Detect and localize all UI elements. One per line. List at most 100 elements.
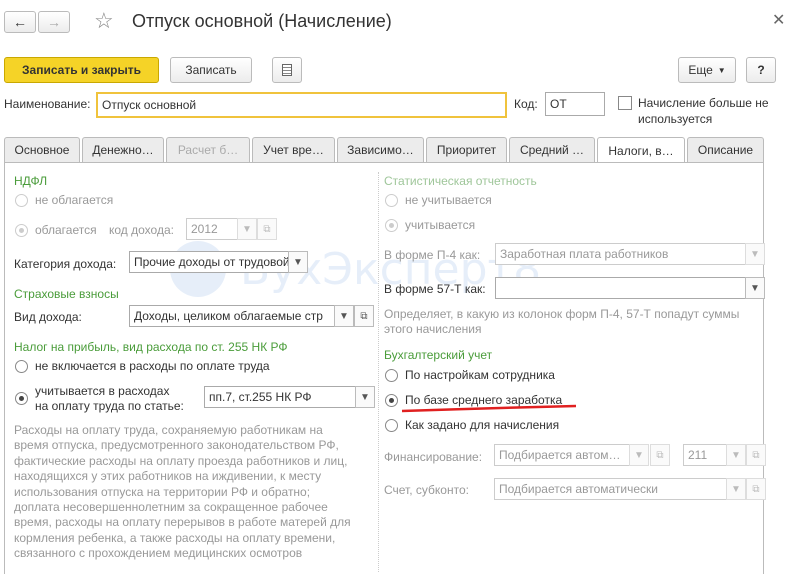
ndfl-taxed-radio[interactable] (15, 224, 28, 237)
open-icon: ⧉ (263, 223, 271, 235)
ndfl-taxed-label: облагается (35, 223, 97, 237)
income-type-field[interactable]: Доходы, целиком облагаемые стр (129, 305, 335, 327)
account-open-button[interactable]: ⧉ (746, 478, 766, 500)
open-icon: ⧉ (752, 483, 760, 495)
financing-dropdown[interactable]: ▼ (629, 444, 649, 466)
code-field[interactable]: ОТ (545, 92, 605, 116)
stat-not-counted-label: не учитывается (405, 193, 492, 207)
close-icon[interactable]: ✕ (772, 10, 785, 30)
income-category-field[interactable]: Прочие доходы от трудовой (129, 251, 289, 273)
income-code-open-button[interactable]: ⧉ (257, 218, 277, 240)
stat-hint-line1: Определяет, в какую из колонок форм П-4,… (384, 307, 740, 321)
profit-tax-section-title: Налог на прибыль, вид расхода по ст. 255… (14, 340, 288, 354)
name-field[interactable]: Отпуск основной (96, 92, 507, 118)
account-label: Счет, субконто: (384, 483, 469, 497)
profit-not-included-radio[interactable] (15, 360, 28, 373)
description-line: кормления ребенка, а также расходы на оп… (14, 530, 336, 545)
financing-code-field[interactable]: 211 (683, 444, 727, 466)
acc-employee-settings-radio[interactable] (385, 369, 398, 382)
unused-checkbox[interactable] (618, 96, 632, 110)
help-button[interactable]: ? (746, 57, 776, 83)
ndfl-section-title: НДФЛ (14, 174, 48, 188)
open-icon: ⧉ (752, 449, 760, 461)
description-line: находящихся у этих работников на иждивен… (14, 469, 322, 484)
tab-calc-base[interactable]: Расчет б… (166, 137, 250, 162)
insurance-section-title: Страховые взносы (14, 287, 119, 301)
tab-priority[interactable]: Приоритет (426, 137, 507, 162)
favorite-star-icon[interactable]: ☆ (94, 8, 114, 34)
ndfl-not-taxed-label: не облагается (35, 193, 114, 207)
tab-money[interactable]: Денежно… (82, 137, 164, 162)
income-category-label: Категория дохода: (14, 257, 117, 271)
more-label: Еще (688, 63, 713, 77)
profit-included-label-line1: учитывается в расходах (35, 384, 170, 398)
column-divider (378, 172, 379, 572)
forward-button[interactable]: → (38, 11, 70, 33)
financing-label: Финансирование: (384, 450, 483, 464)
p4-label: В форме П-4 как: (384, 248, 481, 262)
income-code-label: код дохода: (109, 223, 174, 237)
back-button[interactable]: ← (4, 11, 36, 33)
open-icon: ⧉ (360, 310, 368, 322)
account-field[interactable]: Подбирается автоматически (494, 478, 727, 500)
code-label: Код: (514, 97, 538, 111)
save-and-close-button[interactable]: Записать и закрыть (4, 57, 159, 83)
name-label: Наименование: (4, 97, 91, 111)
acc-as-specified-label: Как задано для начисления (405, 418, 560, 432)
financing-field[interactable]: Подбирается автом… (494, 444, 630, 466)
income-type-label: Вид дохода: (14, 310, 82, 324)
income-type-open-button[interactable]: ⧉ (354, 305, 374, 327)
tab-time-accounting[interactable]: Учет вре… (252, 137, 335, 162)
accounting-section-title: Бухгалтерский учет (384, 348, 493, 362)
stat-hint-line2: этого начисления (384, 322, 482, 336)
more-button[interactable]: Еще ▼ (678, 57, 736, 83)
description-line: время, расходы на оплату перерывов в раб… (14, 515, 351, 530)
financing-code-open-button[interactable]: ⧉ (746, 444, 766, 466)
acc-employee-settings-label: По настройкам сотрудника (405, 368, 555, 382)
financing-code-dropdown[interactable]: ▼ (726, 444, 746, 466)
unused-label-line1: Начисление больше не (638, 96, 769, 110)
p4-dropdown[interactable]: ▼ (745, 243, 765, 265)
stat-not-counted-radio[interactable] (385, 194, 398, 207)
expense-article-field[interactable]: пп.7, ст.255 НК РФ (204, 386, 356, 408)
stat-counted-radio[interactable] (385, 219, 398, 232)
description-line: связанного с прохождением медицинских ос… (14, 546, 303, 561)
tab-description[interactable]: Описание (687, 137, 764, 162)
income-code-field[interactable]: 2012 (186, 218, 238, 240)
description-line: фактические расходы на оплату проезда ра… (14, 453, 348, 468)
p4-field[interactable]: Заработная плата работников (495, 243, 746, 265)
tab-taxes[interactable]: Налоги, в… (597, 137, 685, 163)
description-line: использования отпуска на территории РФ и… (14, 484, 311, 499)
profit-included-radio[interactable] (15, 392, 28, 405)
open-icon: ⧉ (656, 449, 664, 461)
tab-dependencies[interactable]: Зависимо… (337, 137, 424, 162)
tab-average[interactable]: Средний … (509, 137, 595, 162)
chevron-down-icon: ▼ (717, 65, 726, 75)
income-category-dropdown[interactable]: ▼ (288, 251, 308, 273)
report-button[interactable] (272, 57, 302, 83)
document-icon (282, 64, 292, 76)
stat-section-title: Статистическая отчетность (384, 174, 537, 188)
t57-field[interactable] (495, 277, 746, 299)
description-line: доплата несовершеннолетним за сокращенно… (14, 500, 328, 515)
ndfl-not-taxed-radio[interactable] (15, 194, 28, 207)
expense-description: Расходы на оплату труда, сохраняемую раб… (14, 423, 376, 562)
financing-open-button[interactable]: ⧉ (650, 444, 670, 466)
acc-as-specified-radio[interactable] (385, 419, 398, 432)
unused-label-line2: используется (638, 112, 713, 126)
t57-label: В форме 57-Т как: (384, 282, 486, 296)
tab-main[interactable]: Основное (4, 137, 80, 162)
description-line: Расходы на оплату труда, сохраняемую раб… (14, 423, 323, 437)
stat-counted-label: учитывается (405, 218, 476, 232)
income-type-dropdown[interactable]: ▼ (334, 305, 354, 327)
expense-article-dropdown[interactable]: ▼ (355, 386, 375, 408)
t57-dropdown[interactable]: ▼ (745, 277, 765, 299)
profit-not-included-label: не включается в расходы по оплате труда (35, 359, 270, 373)
account-dropdown[interactable]: ▼ (726, 478, 746, 500)
income-code-dropdown[interactable]: ▼ (237, 218, 257, 240)
acc-average-earnings-radio[interactable] (385, 394, 398, 407)
red-underline-annotation (401, 404, 577, 413)
description-line: время отпуска, предусмотренного законода… (14, 438, 339, 453)
save-button[interactable]: Записать (170, 57, 252, 83)
profit-included-label-line2: на оплату труда по статье: (35, 399, 184, 413)
